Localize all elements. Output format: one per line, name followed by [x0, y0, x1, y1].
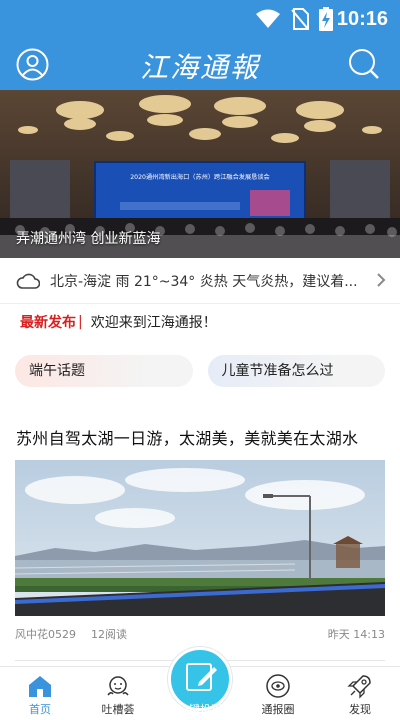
- notice-separator: |: [78, 314, 83, 330]
- nav-report-circle[interactable]: 通报圈: [246, 673, 310, 717]
- news-banner[interactable]: 2020通州湾新出海口（苏州）跨江融合发展恳谈会 弄潮通州湾 创业新蓝海: [0, 90, 400, 258]
- chevron-right-icon[interactable]: [376, 272, 386, 288]
- wifi-icon: [255, 9, 280, 28]
- no-sim-icon: [291, 8, 309, 30]
- cloud-icon: [16, 273, 40, 289]
- app-header: 江海通報: [0, 38, 400, 90]
- topic-chip-label: 端午话题: [29, 363, 85, 379]
- nav-label: 通报圈: [261, 703, 295, 716]
- clock: 10:16: [336, 7, 388, 30]
- status-bar: 10:16: [0, 0, 400, 38]
- article-title[interactable]: 苏州自驾太湖一日游，太湖美，美就美在太湖水: [16, 425, 358, 449]
- banner-screen-text: 2020通州湾新出海口（苏州）跨江融合发展恳谈会: [130, 173, 270, 181]
- lake-photo: [15, 460, 385, 616]
- nav-center-label: 一键投诉: [178, 703, 222, 716]
- nav-label: 首页: [29, 703, 51, 716]
- nav-complaints-hub[interactable]: 吐槽荟: [86, 673, 150, 717]
- eye-circle-icon: [266, 674, 290, 698]
- banner-caption: 弄潮通州湾 创业新蓝海: [16, 231, 161, 247]
- search-icon[interactable]: [348, 48, 380, 80]
- topic-chip-dragon-boat[interactable]: 端午话题: [15, 355, 193, 387]
- weather-text: 北京-海淀 雨 21°~34° 炎热 天气炎热，建议着...: [50, 273, 358, 290]
- nav-discover[interactable]: 发现: [328, 673, 392, 717]
- edit-icon: [186, 663, 217, 691]
- weather-bar[interactable]: 北京-海淀 雨 21°~34° 炎热 天气炎热，建议着...: [0, 258, 400, 304]
- nav-home[interactable]: 首页: [8, 673, 72, 717]
- rocket-icon: [347, 675, 371, 699]
- latest-notice[interactable]: 最新发布 | 欢迎来到江海通报！: [20, 312, 217, 332]
- article-image[interactable]: [15, 460, 385, 616]
- article-time: 昨天 14:13: [327, 628, 385, 641]
- nav-label: 发现: [349, 703, 371, 716]
- notice-message: 欢迎来到江海通报！: [90, 315, 217, 331]
- topic-chips: 端午话题 儿童节准备怎么过: [15, 355, 385, 387]
- notice-tag: 最新发布: [20, 315, 76, 331]
- article-author[interactable]: 风中花0529: [15, 626, 76, 642]
- bottom-nav: 首页 吐槽荟 一键投诉 通报圈 发现: [0, 647, 400, 720]
- article-reads: 12阅读: [91, 628, 127, 641]
- app-title: 江海通報: [139, 51, 260, 84]
- topic-chip-label: 儿童节准备怎么过: [221, 363, 334, 379]
- chat-face-icon: [107, 676, 129, 696]
- topic-chip-childrens-day[interactable]: 儿童节准备怎么过: [207, 355, 385, 387]
- home-icon: [29, 676, 51, 697]
- battery-charging-icon: [318, 7, 333, 31]
- nav-label: 吐槽荟: [101, 703, 135, 716]
